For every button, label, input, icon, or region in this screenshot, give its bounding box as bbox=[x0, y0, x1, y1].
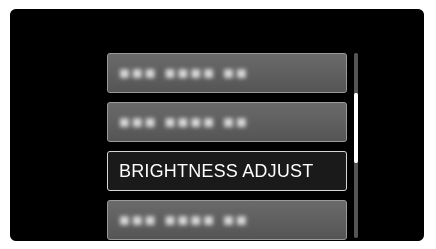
menu-item-1[interactable]: ■■■ ■■■■ ■■ bbox=[107, 53, 347, 93]
menu-item-2[interactable]: ■■■ ■■■■ ■■ bbox=[107, 102, 347, 142]
menu-item-brightness-adjust[interactable]: BRIGHTNESS ADJUST bbox=[107, 151, 347, 191]
menu-item-label: ■■■ ■■■■ ■■ bbox=[119, 209, 249, 230]
menu-scrollbar[interactable] bbox=[354, 53, 358, 238]
menu-item-label: ■■■ ■■■■ ■■ bbox=[119, 62, 249, 83]
scrollbar-thumb[interactable] bbox=[354, 93, 358, 163]
menu-item-label: ■■■ ■■■■ ■■ bbox=[119, 111, 249, 132]
menu-item-4[interactable]: ■■■ ■■■■ ■■ bbox=[107, 200, 347, 240]
menu-item-label: BRIGHTNESS ADJUST bbox=[119, 160, 314, 181]
menu-list: ■■■ ■■■■ ■■ ■■■ ■■■■ ■■ BRIGHTNESS ADJUS… bbox=[107, 53, 347, 241]
camera-menu-screen: ■■■ ■■■■ ■■ ■■■ ■■■■ ■■ BRIGHTNESS ADJUS… bbox=[10, 9, 424, 241]
